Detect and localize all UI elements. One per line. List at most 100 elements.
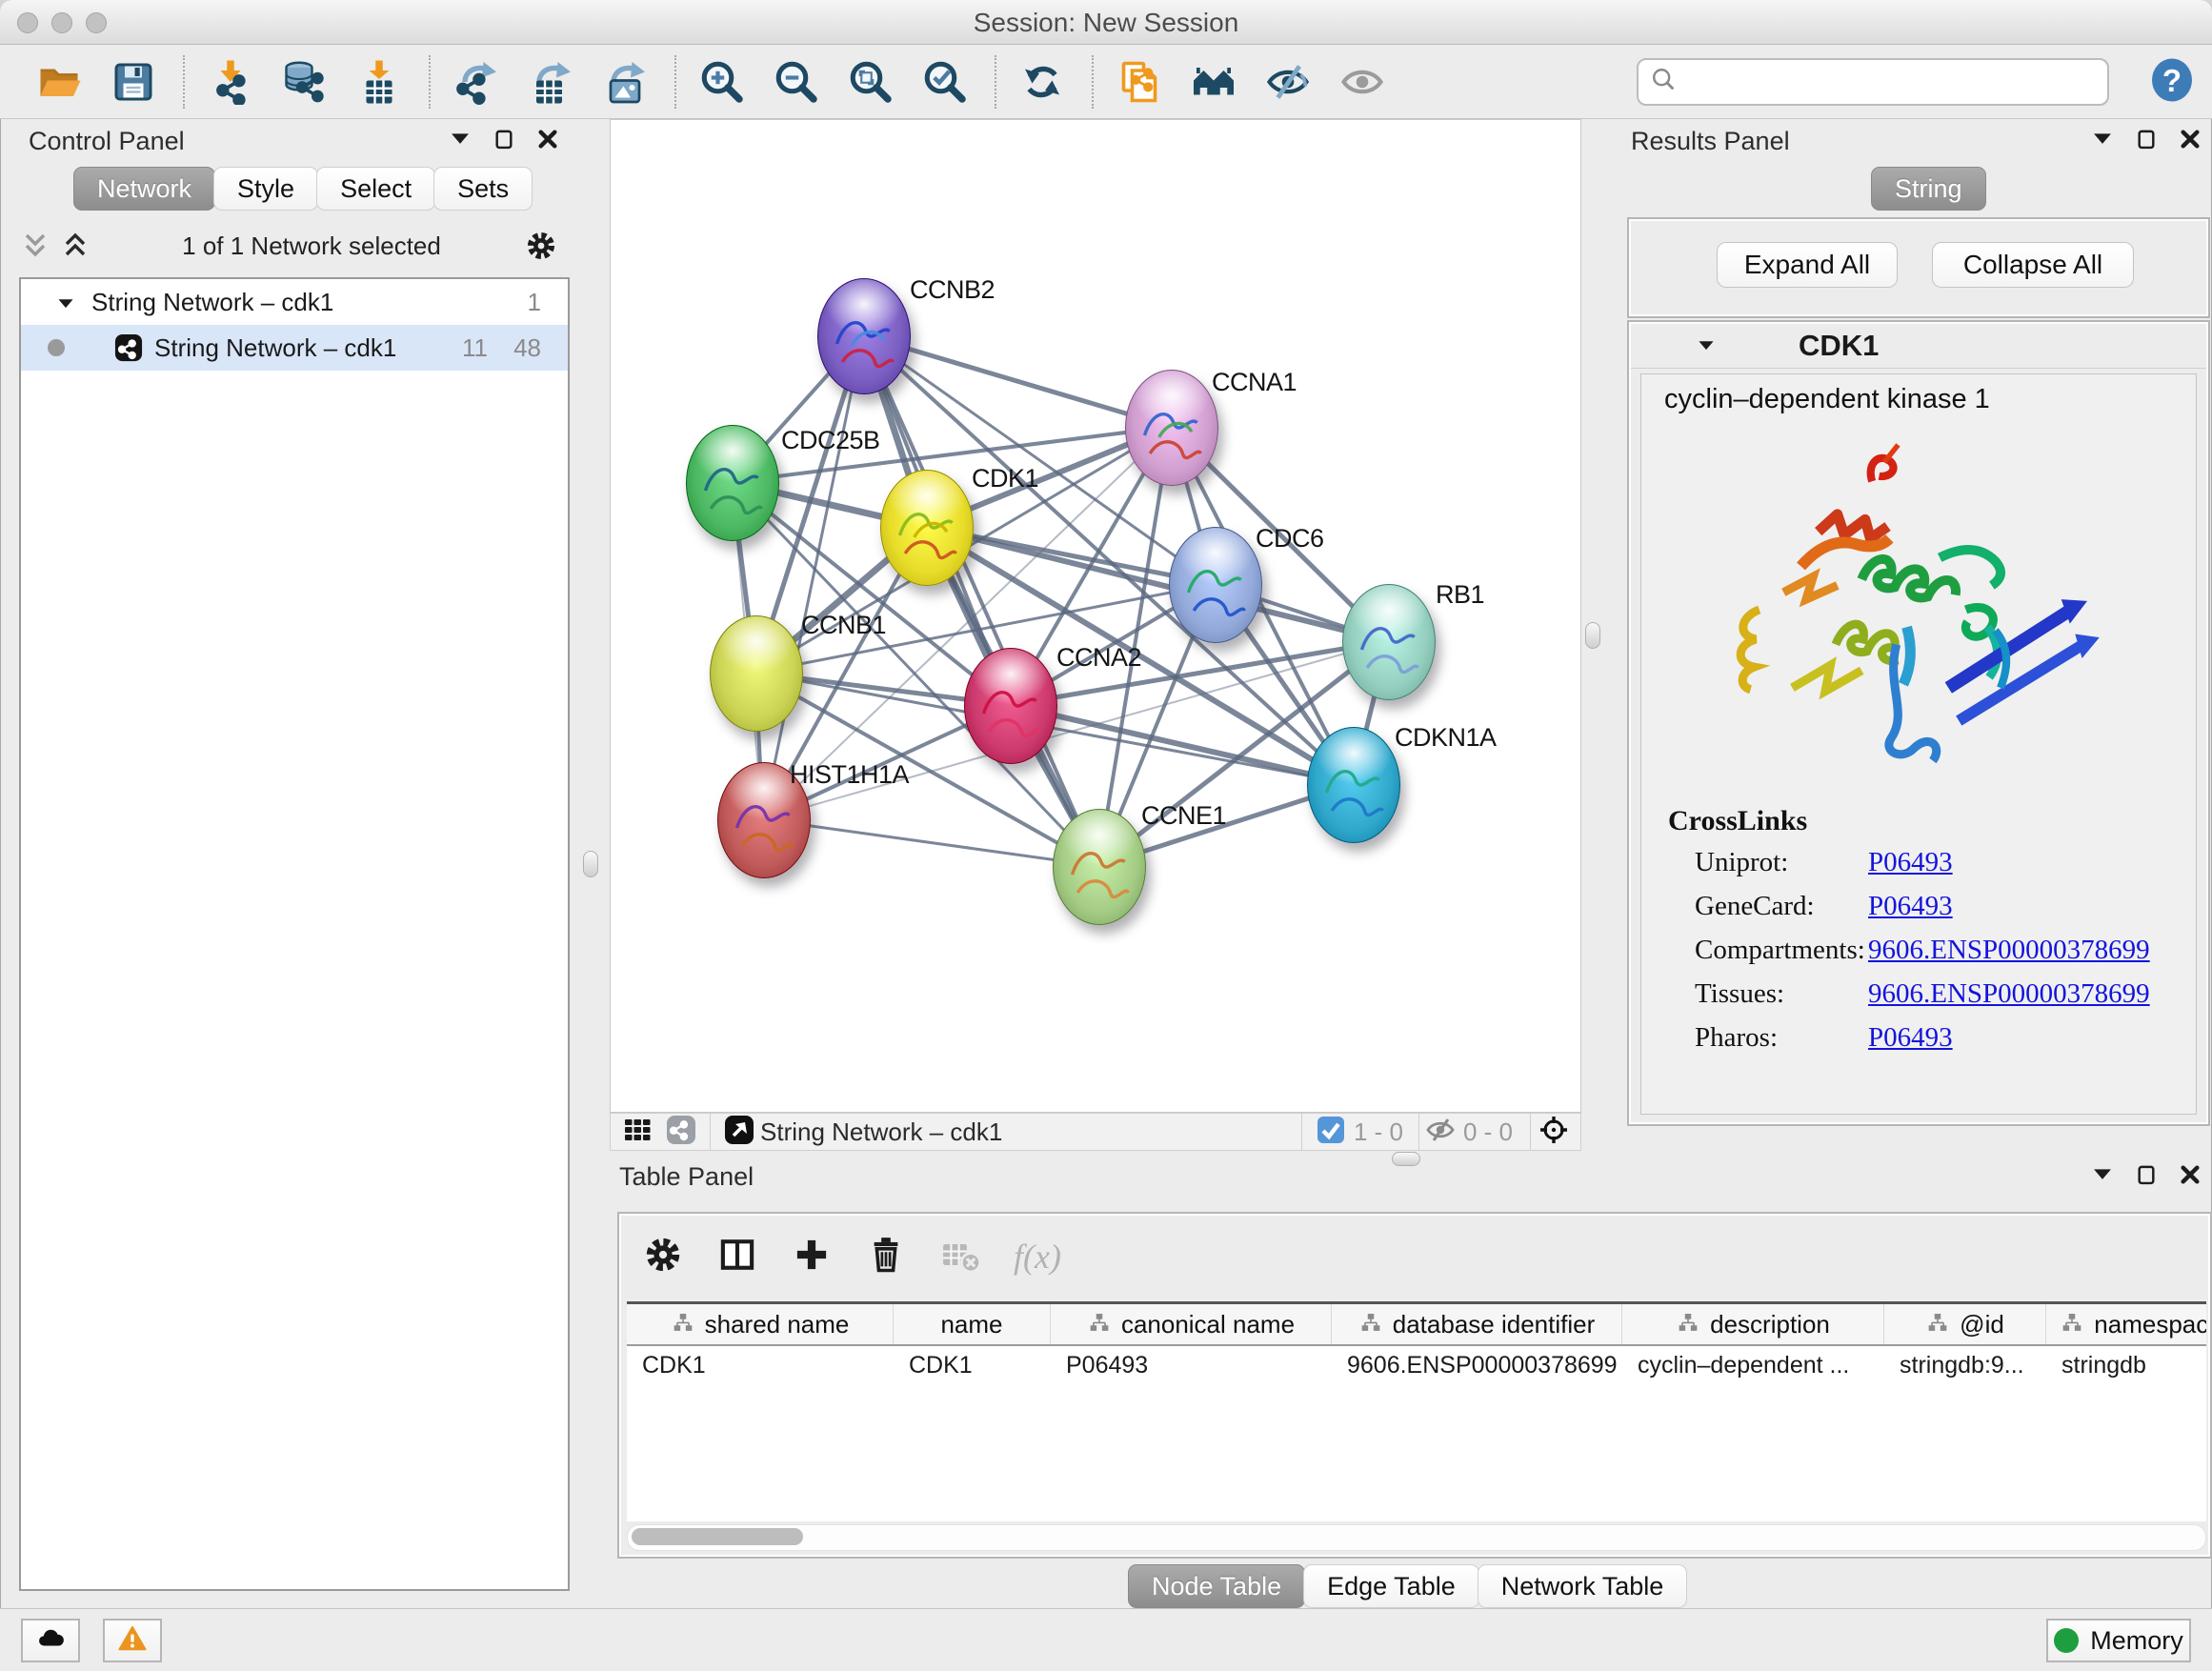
table-cell[interactable]: P06493 (1051, 1346, 1332, 1384)
network-node-ccnb1[interactable] (710, 615, 803, 732)
duplicate-network-icon[interactable] (1115, 57, 1164, 107)
crosslink-link[interactable]: P06493 (1868, 847, 1953, 878)
float-panel-icon[interactable] (492, 127, 516, 156)
table-cell[interactable]: CDK1 (894, 1346, 1051, 1384)
collapse-results-icon[interactable] (2090, 127, 2115, 156)
collapse-all-networks-icon[interactable] (19, 231, 51, 261)
detach-view-icon[interactable] (724, 1115, 754, 1150)
zoom-in-icon[interactable] (697, 57, 747, 107)
tab-sets[interactable]: Sets (433, 167, 533, 211)
collapse-panel-icon[interactable] (448, 127, 473, 156)
search-box[interactable] (1637, 58, 2109, 106)
table-cell[interactable]: stringdb (2046, 1346, 2206, 1384)
hierarchy-icon (1358, 1312, 1383, 1337)
toolbar-separator (429, 55, 431, 109)
export-image-icon[interactable] (600, 57, 650, 107)
column-header-databaseidentifier[interactable]: database identifier (1332, 1304, 1622, 1344)
export-network-icon[interactable] (452, 57, 501, 107)
right-splitter-handle[interactable] (1585, 622, 1600, 649)
expand-all-button[interactable]: Expand All (1717, 242, 1898, 288)
close-results-icon[interactable] (2178, 127, 2202, 156)
houses-icon[interactable] (1189, 57, 1238, 107)
entry-header[interactable]: CDK1 (1631, 324, 2206, 369)
save-session-icon[interactable] (109, 57, 158, 107)
tab-edge-table[interactable]: Edge Table (1303, 1564, 1479, 1608)
svg-text:?: ? (2162, 63, 2182, 98)
crosslink-link[interactable]: 9606.ENSP00000378699 (1868, 935, 2150, 966)
grid-view-icon[interactable] (622, 1115, 653, 1150)
table-row[interactable]: CDK1CDK1P064939606.ENSP00000378699cyclin… (627, 1346, 2206, 1384)
close-panel-icon[interactable] (535, 127, 560, 156)
table-cell[interactable]: cyclin–dependent ... (1622, 1346, 1884, 1384)
column-header-canonicalname[interactable]: canonical name (1051, 1304, 1332, 1344)
tab-node-table[interactable]: Node Table (1128, 1564, 1305, 1608)
add-column-icon[interactable] (791, 1234, 833, 1280)
network-row-selected[interactable]: String Network – cdk1 11 48 (21, 325, 568, 371)
crosslink-link[interactable]: P06493 (1868, 891, 1953, 922)
table-cell[interactable]: stringdb:9... (1884, 1346, 2046, 1384)
birds-eye-icon[interactable] (1538, 1115, 1569, 1150)
tab-style[interactable]: Style (213, 167, 318, 211)
crosslink-label: Compartments: (1695, 935, 1865, 966)
eye-slash-icon[interactable] (1263, 57, 1313, 107)
open-session-icon[interactable] (34, 57, 84, 107)
tab-network-table[interactable]: Network Table (1478, 1564, 1688, 1608)
zoom-fit-icon[interactable] (846, 57, 895, 107)
collapse-all-button[interactable]: Collapse All (1932, 242, 2134, 288)
delete-column-icon[interactable] (865, 1234, 907, 1280)
entry-expander-icon[interactable] (1694, 335, 1719, 356)
memory-button[interactable]: Memory (2046, 1619, 2191, 1662)
hidden-elements-icon[interactable] (1425, 1115, 1456, 1150)
float-results-icon[interactable] (2134, 127, 2159, 156)
warnings-button[interactable] (103, 1619, 162, 1662)
table-horizontal-scrollbar[interactable] (627, 1524, 2206, 1551)
table-cell[interactable]: 9606.ENSP00000378699 (1332, 1346, 1622, 1384)
column-header-sharedname[interactable]: shared name (627, 1304, 894, 1344)
expand-all-networks-icon[interactable] (59, 231, 91, 261)
network-node-ccna2[interactable] (964, 648, 1057, 764)
import-table-file-icon[interactable] (354, 57, 404, 107)
refresh-layout-icon[interactable] (1017, 57, 1067, 107)
network-node-cdkn1a[interactable] (1307, 727, 1400, 843)
selected-nodes-checkbox-icon[interactable] (1316, 1115, 1346, 1150)
zoom-selected-icon[interactable] (920, 57, 970, 107)
float-table-icon[interactable] (2134, 1162, 2159, 1192)
import-network-file-icon[interactable] (206, 57, 255, 107)
column-header-id[interactable]: @id (1884, 1304, 2046, 1344)
close-table-icon[interactable] (2178, 1162, 2202, 1192)
table-panel: Table Panel f(x) shared namenamecanonica… (602, 1155, 2212, 1608)
network-node-ccne1[interactable] (1053, 809, 1146, 925)
network-node-ccna1[interactable] (1125, 370, 1218, 486)
cloud-button[interactable] (21, 1619, 80, 1662)
table-box: f(x) shared namenamecanonical namedataba… (617, 1212, 2212, 1559)
left-splitter-handle[interactable] (583, 851, 598, 877)
search-input[interactable] (1686, 67, 2107, 98)
network-view-canvas[interactable]: CCNB2CCNA1CDC25BCDK1CDC6RB1CCNB1CCNA2CDK… (610, 119, 1581, 1113)
collapse-table-icon[interactable] (2090, 1162, 2115, 1192)
crosslink-link[interactable]: 9606.ENSP00000378699 (1868, 978, 2150, 1010)
network-node-cdk1[interactable] (880, 470, 974, 586)
export-table-icon[interactable] (526, 57, 575, 107)
column-header-description[interactable]: description (1622, 1304, 1884, 1344)
show-columns-icon[interactable] (716, 1234, 758, 1280)
tab-network[interactable]: Network (73, 167, 215, 211)
network-node-ccnb2[interactable] (817, 278, 911, 394)
scrollbar-thumb[interactable] (632, 1528, 803, 1545)
table-cell[interactable]: CDK1 (627, 1346, 894, 1384)
table-options-gear-icon[interactable] (642, 1234, 684, 1280)
tab-string[interactable]: String (1871, 167, 1986, 211)
network-node-cdc6[interactable] (1169, 527, 1262, 643)
network-node-cdc25b[interactable] (686, 425, 779, 541)
network-overview-icon[interactable] (666, 1115, 696, 1150)
network-collection-row[interactable]: String Network – cdk1 1 (21, 279, 568, 325)
network-node-rb1[interactable] (1342, 584, 1436, 700)
column-header-namespace[interactable]: namespace (2046, 1304, 2206, 1344)
network-options-gear-icon[interactable] (524, 229, 558, 263)
crosslink-link[interactable]: P06493 (1868, 1022, 1953, 1054)
import-network-database-icon[interactable] (280, 57, 330, 107)
collection-expander-icon[interactable] (53, 292, 78, 312)
zoom-out-icon[interactable] (772, 57, 821, 107)
tab-select[interactable]: Select (316, 167, 435, 211)
column-header-name[interactable]: name (894, 1304, 1051, 1344)
help-icon[interactable]: ? (2149, 56, 2195, 104)
